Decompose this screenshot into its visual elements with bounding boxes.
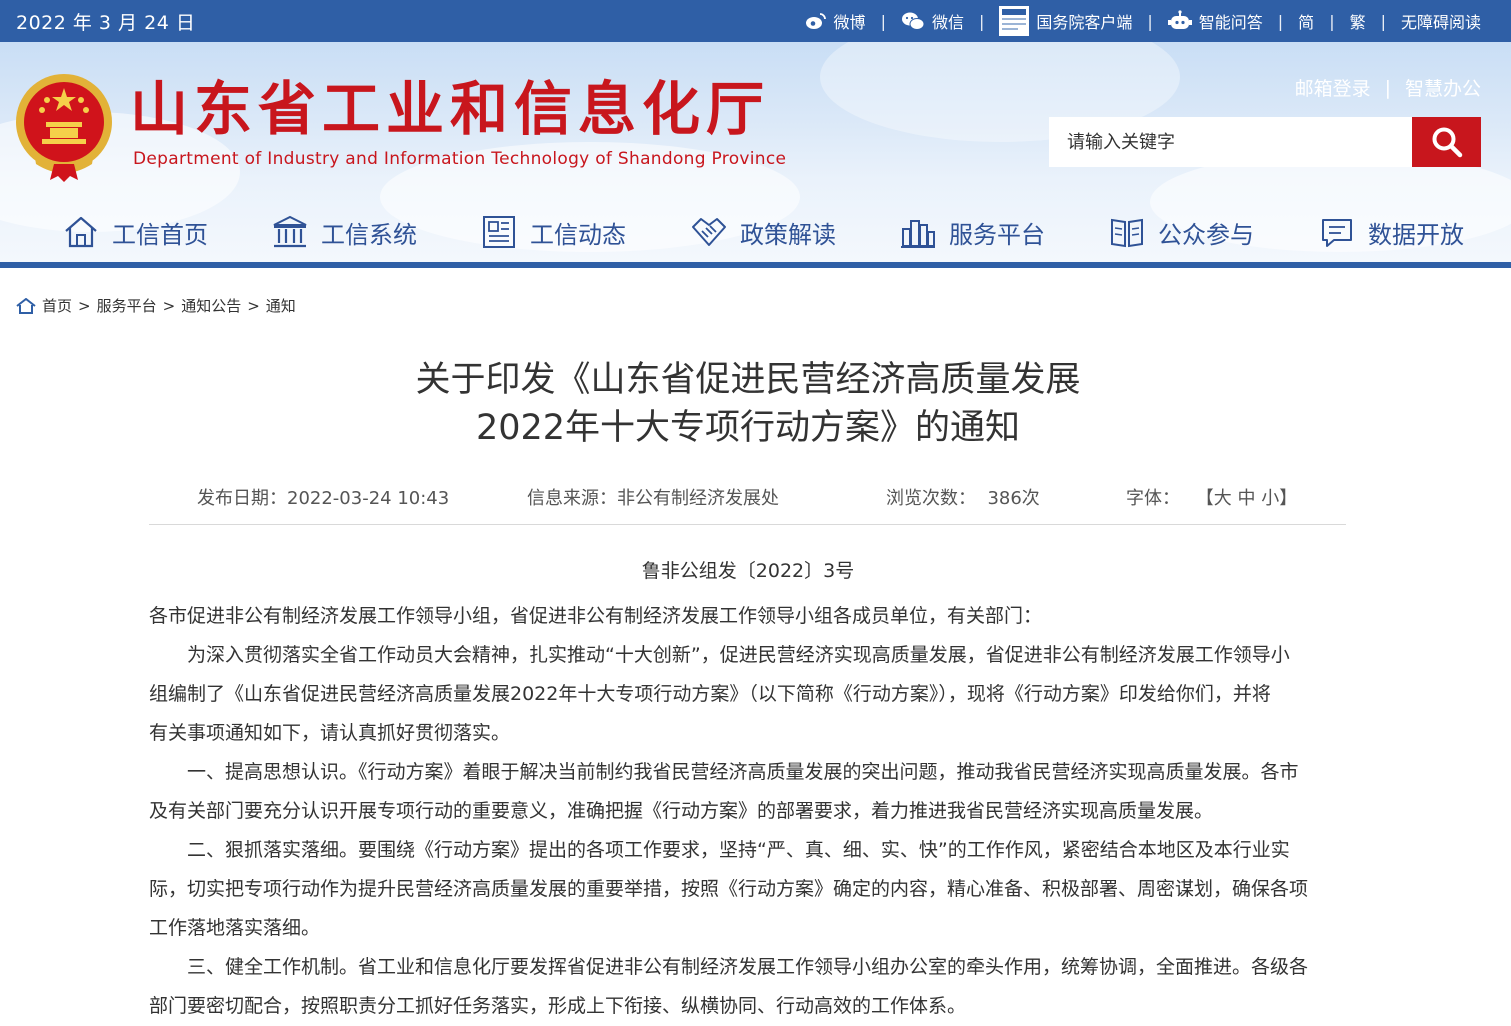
info-source: 信息来源：非公有制经济发展处: [527, 488, 779, 509]
body-line: 际，切实把专项行动作为提升民营经济高质量发展的重要举措，按照《行动方案》确定的内…: [149, 878, 1309, 900]
simplified-chinese-link[interactable]: 简: [1298, 9, 1314, 33]
search-icon: [1431, 126, 1463, 158]
nav-label: 公众参与: [1158, 220, 1254, 249]
nav-item-home[interactable]: 工信首页: [62, 204, 208, 260]
nav-label: 工信动态: [530, 220, 626, 249]
body-line: 三、健全工作机制。省工业和信息化厅要发挥省促进非公有制经济发展工作领导小组办公室…: [187, 956, 1309, 978]
breadcrumb-separator: >: [78, 296, 91, 315]
body-line: 组编制了《山东省促进民营经济高质量发展2022年十大专项行动方案》（以下简称《行…: [149, 683, 1271, 705]
document-number: 鲁非公组发〔2022〕3号: [641, 560, 855, 582]
site-subtitle: Department of Industry and Information T…: [133, 149, 787, 169]
national-emblem-icon: [14, 72, 114, 182]
publish-date: 发布日期：2022-03-24 10:43: [197, 488, 450, 509]
nav-item-policy[interactable]: 政策解读: [690, 204, 836, 260]
search-box: [1049, 117, 1481, 167]
wechat-icon: [901, 11, 925, 31]
font-size-large[interactable]: 大: [1214, 488, 1232, 509]
body-line: 为深入贯彻落实全省工作动员大会精神，扎实推动“十大创新”，促进民营经济实现高质量…: [187, 644, 1290, 666]
weibo-label: 微博: [833, 13, 866, 32]
wechat-link[interactable]: 微信: [901, 9, 964, 33]
separator: |: [978, 11, 985, 31]
state-council-app-label: 国务院客户端: [1036, 13, 1133, 32]
article-title-line-1: 关于印发《山东省促进民营经济高质量发展: [415, 360, 1081, 400]
breadcrumb-current[interactable]: 通知: [266, 295, 296, 316]
city-icon: [899, 213, 937, 251]
state-council-app-link[interactable]: 国务院客户端: [999, 6, 1132, 36]
top-bar: 2022 年 3 月 24 日 微博 | 微信 | 国务院客户端 | 智能问答 …: [0, 0, 1511, 42]
building-icon: [271, 213, 309, 251]
nav-item-data[interactable]: 数据开放: [1318, 204, 1464, 260]
body-line: 各市促进非公有制经济发展工作领导小组，省促进非公有制经济发展工作领导小组各成员单…: [149, 605, 1043, 627]
robot-icon: [1167, 10, 1192, 32]
weibo-link[interactable]: 微博: [805, 9, 866, 33]
font-size-control: 字体： 【大 中 小】: [1126, 488, 1298, 509]
header-links: 邮箱登录 | 智慧办公: [1295, 74, 1481, 101]
separator: |: [1147, 11, 1153, 31]
nav-label: 政策解读: [740, 220, 836, 249]
nav-item-system[interactable]: 工信系统: [271, 204, 417, 260]
home-icon: [62, 213, 100, 251]
font-size-medium[interactable]: 中: [1237, 488, 1255, 509]
traditional-chinese-link[interactable]: 繁: [1350, 9, 1366, 33]
nav-label: 工信首页: [112, 220, 208, 249]
main-nav: 工信首页 工信系统 工信动态 政策解读 服务平台 公众参与 数据开放: [0, 204, 1511, 260]
breadcrumb-home[interactable]: 首页: [42, 295, 72, 316]
mailbox-login-link[interactable]: 邮箱登录: [1295, 74, 1371, 101]
handshake-icon: [690, 213, 728, 251]
body-line: 及有关部门要充分认识开展专项行动的重要意义，准确把握《行动方案》的部署要求，着力…: [149, 800, 1214, 822]
body-line: 二、狠抓落实落细。要围绕《行动方案》提出的各项工作要求，坚持“严、真、细、实、快…: [187, 839, 1290, 861]
nav-label: 服务平台: [949, 220, 1045, 249]
weibo-icon: [805, 12, 827, 30]
nav-divider: [0, 262, 1511, 268]
search-input[interactable]: [1049, 117, 1412, 167]
smart-office-link[interactable]: 智慧办公: [1405, 74, 1481, 101]
font-size-small[interactable]: 小: [1261, 488, 1279, 509]
body-line: 部门要密切配合，按照职责分工抓好任务落实，形成上下衔接、纵横协同、行动高效的工作…: [149, 995, 967, 1017]
accessible-reading-link[interactable]: 无障碍阅读: [1401, 9, 1481, 33]
article-title-line-2: 2022年十大专项行动方案》的通知: [475, 408, 1021, 448]
state-council-app-icon: [999, 6, 1030, 36]
smart-qa-link[interactable]: 智能问答: [1167, 9, 1263, 33]
font-size-label: 字体：: [1126, 488, 1180, 509]
news-icon: [480, 213, 518, 251]
breadcrumb: 首页 > 服务平台 > 通知公告 > 通知: [16, 295, 296, 316]
nav-label: 工信系统: [321, 220, 417, 249]
nav-label: 数据开放: [1368, 220, 1464, 249]
breadcrumb-service[interactable]: 服务平台: [97, 295, 157, 316]
view-count: 浏览次数： 386次: [886, 488, 1040, 509]
search-button[interactable]: [1412, 117, 1481, 167]
chat-icon: [1318, 213, 1356, 251]
nav-item-public[interactable]: 公众参与: [1108, 204, 1254, 260]
top-links: 微博 | 微信 | 国务院客户端 | 智能问答 | 简 | 繁 | 无障碍阅读: [805, 0, 1481, 42]
nav-item-news[interactable]: 工信动态: [480, 204, 626, 260]
body-line: 工作落地落实落细。: [149, 917, 321, 939]
separator: |: [1380, 11, 1386, 31]
smart-qa-label: 智能问答: [1198, 13, 1263, 32]
separator: |: [1277, 11, 1284, 31]
site-title: 山东省工业和信息化厅: [130, 75, 771, 143]
home-icon: [16, 297, 36, 314]
separator: |: [1384, 76, 1391, 99]
separator: |: [1329, 11, 1335, 31]
breadcrumb-separator: >: [247, 296, 260, 315]
wechat-label: 微信: [931, 13, 964, 32]
nav-item-service[interactable]: 服务平台: [899, 204, 1045, 260]
breadcrumb-separator: >: [162, 296, 176, 315]
current-date: 2022 年 3 月 24 日: [16, 12, 196, 34]
meta-divider: [149, 524, 1346, 525]
body-line: 有关事项通知如下，请认真抓好贯彻落实。: [149, 722, 511, 744]
separator: |: [880, 11, 886, 31]
breadcrumb-notices[interactable]: 通知公告: [181, 295, 241, 316]
body-line: 一、提高思想认识。《行动方案》着眼于解决当前制约我省民营经济高质量发展的突出问题…: [187, 761, 1299, 783]
book-icon: [1108, 213, 1146, 251]
site-header: 山东省工业和信息化厅 Department of Industry and In…: [0, 42, 1511, 264]
